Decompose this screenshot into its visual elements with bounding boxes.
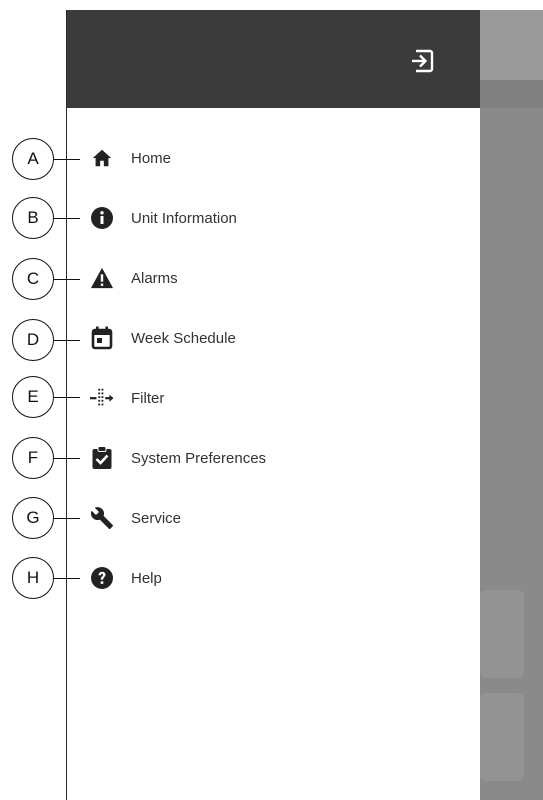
info-icon: [90, 206, 114, 230]
menu-item-label: Week Schedule: [131, 329, 236, 347]
callout-leader: [54, 458, 80, 460]
menu-item-service[interactable]: Service: [67, 498, 480, 538]
callout-b: B: [12, 197, 54, 239]
menu-item-label: Home: [131, 149, 172, 167]
logout-icon: [412, 49, 434, 73]
background-app: [480, 10, 543, 800]
drawer-header: [67, 10, 480, 108]
menu-item-system-preferences[interactable]: System Preferences: [67, 438, 480, 478]
home-icon: [90, 146, 114, 170]
callout-h: H: [12, 557, 54, 599]
callout-leader: [54, 518, 80, 520]
background-band: [480, 80, 543, 108]
callout-leader: [54, 279, 80, 281]
logout-button[interactable]: [405, 46, 439, 76]
clipboard-check-icon: [90, 446, 114, 470]
menu-item-label: Help: [131, 569, 162, 587]
menu-item-home[interactable]: Home: [67, 138, 480, 178]
warning-icon: [90, 266, 114, 290]
background-card: [480, 590, 524, 678]
callout-leader: [54, 159, 80, 161]
callout-a: A: [12, 138, 54, 180]
callout-f: F: [12, 437, 54, 479]
callout-e: E: [12, 376, 54, 418]
menu-item-unit-information[interactable]: Unit Information: [67, 198, 480, 238]
callout-leader: [54, 340, 80, 342]
callout-leader: [54, 218, 80, 220]
menu-item-label: Unit Information: [131, 209, 237, 227]
callout-c: C: [12, 258, 54, 300]
menu-item-label: Alarms: [131, 269, 178, 287]
menu-item-label: Service: [131, 509, 182, 527]
navigation-drawer: Home Unit Information Alarms Week Schedu…: [66, 10, 480, 800]
callout-g: G: [12, 497, 54, 539]
menu-item-filter[interactable]: Filter: [67, 378, 480, 418]
menu-item-week-schedule[interactable]: Week Schedule: [67, 318, 480, 358]
menu-item-label: Filter: [131, 389, 165, 407]
help-icon: [90, 566, 114, 590]
menu-item-alarms[interactable]: Alarms: [67, 258, 480, 298]
calendar-icon: [90, 326, 114, 350]
background-header: [480, 10, 543, 80]
callout-leader: [54, 397, 80, 399]
menu-item-label: System Preferences: [131, 449, 267, 467]
filter-icon: [90, 386, 114, 410]
wrench-icon: [90, 506, 114, 530]
menu-item-help[interactable]: Help: [67, 558, 480, 598]
callout-leader: [54, 578, 80, 580]
callout-d: D: [12, 319, 54, 361]
background-card: [480, 693, 524, 781]
